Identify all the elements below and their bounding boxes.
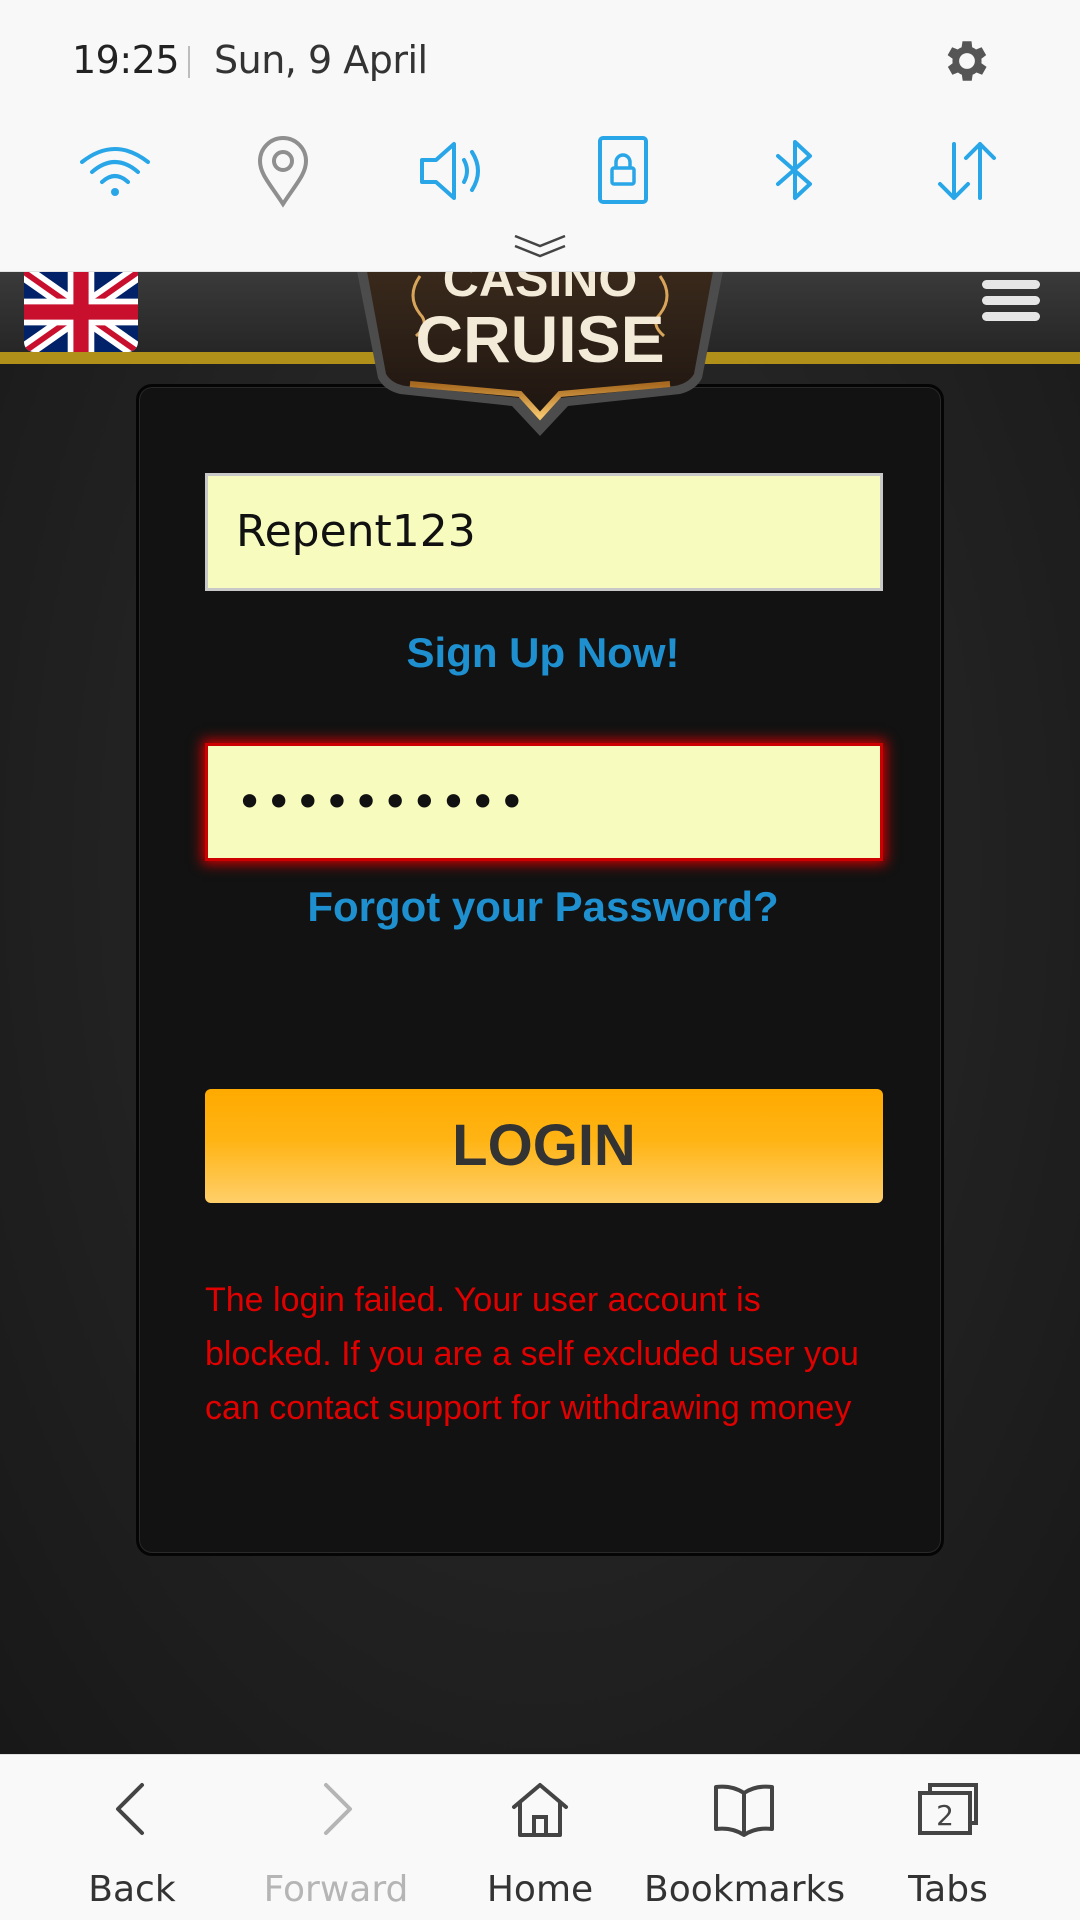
sound-icon[interactable] [414, 132, 492, 210]
expand-chevron-icon[interactable] [513, 232, 567, 260]
tabs-label: Tabs [908, 1869, 988, 1910]
settings-gear-icon[interactable] [940, 34, 994, 88]
logo-text-top: CASINO [443, 266, 637, 307]
uk-flag-icon[interactable] [24, 272, 138, 352]
status-time: 19:25 [72, 38, 180, 82]
bookmarks-label: Bookmarks [644, 1869, 846, 1910]
tabs-button[interactable]: 2 Tabs [848, 1755, 1048, 1920]
username-input[interactable]: Repent123 [205, 473, 883, 591]
bookmarks-book-icon [714, 1784, 774, 1837]
forgot-password-link[interactable]: Forgot your Password? [139, 883, 947, 931]
mobile-data-icon[interactable] [928, 132, 1006, 210]
login-error-message: The login failed. Your user account is b… [205, 1281, 859, 1427]
menu-hamburger-icon[interactable] [982, 280, 1040, 326]
forward-arrow-icon [324, 1783, 352, 1835]
home-label: Home [486, 1869, 594, 1910]
casino-login-page: CASINO CRUISE Repent123 Sign Up Now! •••… [0, 251, 1080, 1754]
login-button[interactable]: LOGIN [205, 1089, 883, 1203]
status-date: Sun, 9 April [214, 38, 428, 82]
forward-label: Forward [263, 1869, 409, 1910]
home-button[interactable]: Home [440, 1755, 640, 1920]
location-icon[interactable] [244, 132, 322, 210]
login-card: Repent123 Sign Up Now! •••••••••• Forgot… [136, 384, 944, 1556]
tabs-icon: 2 [918, 1783, 978, 1835]
casino-cruise-logo[interactable]: CASINO CRUISE [350, 251, 730, 438]
password-input[interactable]: •••••••••• [205, 743, 883, 861]
back-button[interactable]: Back [32, 1755, 232, 1920]
home-icon [512, 1783, 568, 1837]
logo-text-bottom: CRUISE [415, 302, 664, 376]
signup-link[interactable]: Sign Up Now! [139, 629, 947, 677]
back-arrow-icon [116, 1783, 144, 1835]
back-label: Back [88, 1869, 176, 1910]
forward-button[interactable]: Forward [236, 1755, 436, 1920]
browser-bottom-bar: Back Forward Home Bookmarks 2 Tabs [0, 1754, 1080, 1920]
time-date-divider [188, 46, 190, 78]
bookmarks-button[interactable]: Bookmarks [644, 1755, 846, 1920]
screen-lock-icon[interactable] [584, 132, 662, 210]
notification-shade: 19:25 Sun, 9 April [0, 0, 1080, 272]
tab-count: 2 [936, 1799, 954, 1832]
wifi-icon[interactable] [76, 132, 154, 210]
bluetooth-icon[interactable] [756, 132, 834, 210]
